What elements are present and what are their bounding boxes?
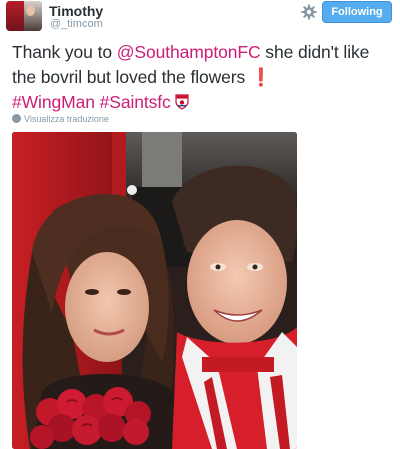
following-button[interactable]: Following	[322, 1, 392, 23]
tweet-photo[interactable]	[12, 132, 297, 449]
user-handle[interactable]: @_timcom	[50, 18, 103, 30]
photo-image	[12, 132, 297, 449]
gear-icon[interactable]	[301, 4, 317, 20]
tweet-header: Timothy @_timcom Following	[0, 0, 400, 36]
hashtag-saintsfc[interactable]: #Saintsfc	[100, 92, 171, 112]
tweet-card: Timothy @_timcom Following Thank you to …	[0, 0, 400, 449]
globe-icon	[12, 114, 21, 123]
translate-link[interactable]: Visualizza traduzione	[12, 114, 109, 124]
user-name[interactable]: Timothy	[49, 3, 103, 19]
avatar[interactable]	[6, 1, 42, 31]
translate-label: Visualizza traduzione	[24, 114, 109, 124]
tweet-text: Thank you to @SouthamptonFC she didn't l…	[12, 40, 396, 115]
hashtag-wingman[interactable]: #WingMan	[12, 92, 95, 112]
exclamation-emoji: ❗	[249, 67, 272, 87]
mention-link[interactable]: @SouthamptonFC	[117, 42, 261, 62]
tweet-text-part: Thank you to	[12, 42, 117, 62]
southampton-crest-icon	[175, 94, 190, 110]
